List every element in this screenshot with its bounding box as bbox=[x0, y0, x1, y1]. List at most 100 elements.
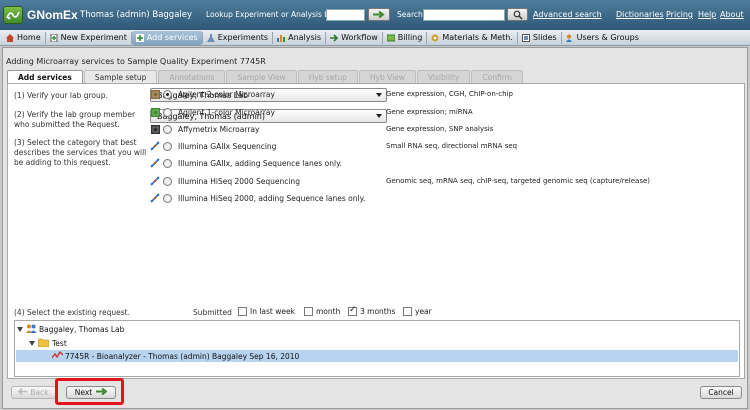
tab-add-services[interactable]: Add services bbox=[7, 70, 83, 83]
dictionaries-link[interactable]: Dictionaries bbox=[616, 10, 664, 19]
search-button[interactable] bbox=[507, 8, 528, 21]
category-option[interactable]: Illumina GAIIx Sequencing bbox=[150, 139, 276, 153]
category-prompt: (3) Select the category that best descri… bbox=[14, 138, 147, 167]
dna-icon bbox=[150, 176, 160, 186]
tree-lab-node[interactable]: Baggaley, Thomas Lab bbox=[17, 323, 124, 335]
chart-icon bbox=[277, 34, 286, 42]
radio-button[interactable] bbox=[163, 141, 172, 151]
nav-analysis[interactable]: Analysis bbox=[273, 31, 325, 45]
flask-icon bbox=[206, 33, 215, 42]
lookup-go-button[interactable] bbox=[368, 8, 390, 21]
search-icon bbox=[513, 10, 523, 20]
radio-button[interactable] bbox=[163, 89, 172, 99]
nav-label: Users & Groups bbox=[576, 33, 639, 42]
home-icon bbox=[6, 33, 14, 42]
nav-experiments[interactable]: Experiments bbox=[203, 31, 272, 45]
dna-icon bbox=[150, 141, 160, 151]
expand-toggle-icon bbox=[29, 340, 35, 346]
materials-icon bbox=[431, 34, 439, 42]
nav-users-groups[interactable]: Users & Groups bbox=[562, 31, 643, 45]
tree-folder-node[interactable]: Test bbox=[29, 337, 67, 349]
category-label: Agilent 2-color Microarray bbox=[178, 89, 275, 99]
checkbox[interactable] bbox=[304, 307, 313, 316]
filter-label: In last week bbox=[250, 307, 295, 316]
tree-request-label: 7745R - Bioanalyzer - Thomas (admin) Bag… bbox=[65, 351, 300, 361]
nav-label: Analysis bbox=[288, 33, 322, 42]
lab-group-prompt: (1) Verify your lab group. bbox=[14, 91, 108, 100]
category-option[interactable]: Illumina GAIIx, adding Sequence lanes on… bbox=[150, 156, 342, 170]
billing-icon bbox=[386, 34, 396, 42]
member-prompt: (2) Verify the lab group member who subm… bbox=[14, 110, 136, 129]
nav-slides[interactable]: Slides bbox=[518, 31, 561, 45]
page-title: Adding Microarray services to Sample Qua… bbox=[6, 57, 266, 66]
new-experiment-icon bbox=[50, 33, 58, 42]
folder-icon bbox=[37, 338, 50, 349]
workflow-icon bbox=[330, 33, 339, 42]
app-logo: GNomEx bbox=[3, 5, 78, 25]
radio-button[interactable] bbox=[163, 193, 172, 203]
tree-request-node[interactable]: 7745R - Bioanalyzer - Thomas (admin) Bag… bbox=[16, 350, 738, 362]
search-input[interactable] bbox=[423, 9, 505, 21]
arrow-left-icon bbox=[18, 387, 28, 397]
main-nav: Home New Experiment Add services Experim… bbox=[0, 30, 750, 46]
about-link[interactable]: About bbox=[720, 10, 744, 19]
tab-content: (1) Verify your lab group. Baggaley, Tho… bbox=[7, 83, 745, 379]
nav-materials-methods[interactable]: Materials & Meth. bbox=[427, 31, 517, 45]
nav-label: Add services bbox=[146, 33, 198, 42]
category-option[interactable]: Agilent 2-color Microarray bbox=[150, 87, 275, 101]
checkbox[interactable] bbox=[238, 307, 247, 316]
request-prompt: (4) Select the existing request. bbox=[14, 308, 130, 317]
category-description: Gene expression, SNP analysis bbox=[386, 125, 494, 133]
filter-label: 3 months bbox=[360, 307, 396, 316]
nav-new-experiment[interactable]: New Experiment bbox=[46, 31, 131, 45]
tree-lab-label: Baggaley, Thomas Lab bbox=[39, 324, 125, 334]
back-label: Back bbox=[30, 388, 49, 397]
category-option[interactable]: Affymetrix Microarray bbox=[150, 122, 259, 136]
tab-sample-view: Sample View bbox=[226, 70, 297, 83]
wizard-tabs: Add services Sample setup Annotations Sa… bbox=[7, 70, 524, 83]
filter-last-week[interactable]: In last week bbox=[238, 307, 295, 316]
dna-icon bbox=[150, 158, 160, 168]
checkbox[interactable] bbox=[403, 307, 412, 316]
nav-label: New Experiment bbox=[60, 33, 127, 42]
nav-label: Workflow bbox=[341, 33, 378, 42]
category-option[interactable]: Illumina HiSeq 2000 Sequencing bbox=[150, 174, 300, 188]
category-option[interactable]: Agilent 1-color Microarray bbox=[150, 105, 275, 119]
lab-group-icon bbox=[26, 324, 37, 335]
filter-year[interactable]: year bbox=[403, 307, 432, 316]
lookup-input[interactable] bbox=[326, 9, 365, 21]
advanced-search-link[interactable]: Advanced search bbox=[533, 10, 602, 19]
back-button[interactable]: Back bbox=[11, 386, 56, 399]
radio-button[interactable] bbox=[163, 107, 172, 117]
checkbox[interactable] bbox=[348, 305, 357, 316]
pricing-link[interactable]: Pricing bbox=[666, 10, 693, 19]
tab-hyb-setup: Hyb setup bbox=[297, 70, 358, 83]
category-label: Illumina HiSeq 2000 Sequencing bbox=[178, 176, 300, 186]
gnomex-logo-icon bbox=[3, 6, 23, 24]
radio-button[interactable] bbox=[163, 176, 172, 186]
tab-confirm: Confirm bbox=[471, 70, 523, 83]
chevron-down-icon bbox=[376, 93, 382, 97]
tab-visibility: Visibility bbox=[416, 70, 471, 83]
arrow-right-icon bbox=[373, 11, 385, 18]
category-label: Illumina GAIIx, adding Sequence lanes on… bbox=[178, 158, 342, 168]
top-bar: GNomEx Thomas (admin) Baggaley Lookup Ex… bbox=[0, 0, 750, 30]
nav-workflow[interactable]: Workflow bbox=[326, 31, 382, 45]
filter-label: month bbox=[316, 307, 341, 316]
nav-label: Billing bbox=[397, 33, 423, 42]
category-description: Small RNA seq, directional mRNA seq bbox=[386, 142, 518, 150]
radio-button[interactable] bbox=[163, 124, 172, 134]
category-label: Affymetrix Microarray bbox=[178, 124, 260, 134]
help-link[interactable]: Help bbox=[698, 10, 716, 19]
category-label: Illumina GAIIx Sequencing bbox=[178, 141, 277, 151]
nav-billing[interactable]: Billing bbox=[383, 31, 427, 45]
filter-3-months[interactable]: 3 months bbox=[348, 305, 396, 316]
add-services-panel: Adding Microarray services to Sample Qua… bbox=[2, 47, 748, 409]
cancel-button[interactable]: Cancel bbox=[700, 386, 742, 399]
nav-home[interactable]: Home bbox=[2, 31, 45, 45]
nav-add-services[interactable]: Add services bbox=[131, 30, 202, 45]
category-option[interactable]: Illumina HiSeq 2000, adding Sequence lan… bbox=[150, 191, 365, 205]
filter-month[interactable]: month bbox=[304, 307, 340, 316]
radio-button[interactable] bbox=[163, 158, 172, 168]
tab-sample-setup[interactable]: Sample setup bbox=[83, 70, 158, 83]
